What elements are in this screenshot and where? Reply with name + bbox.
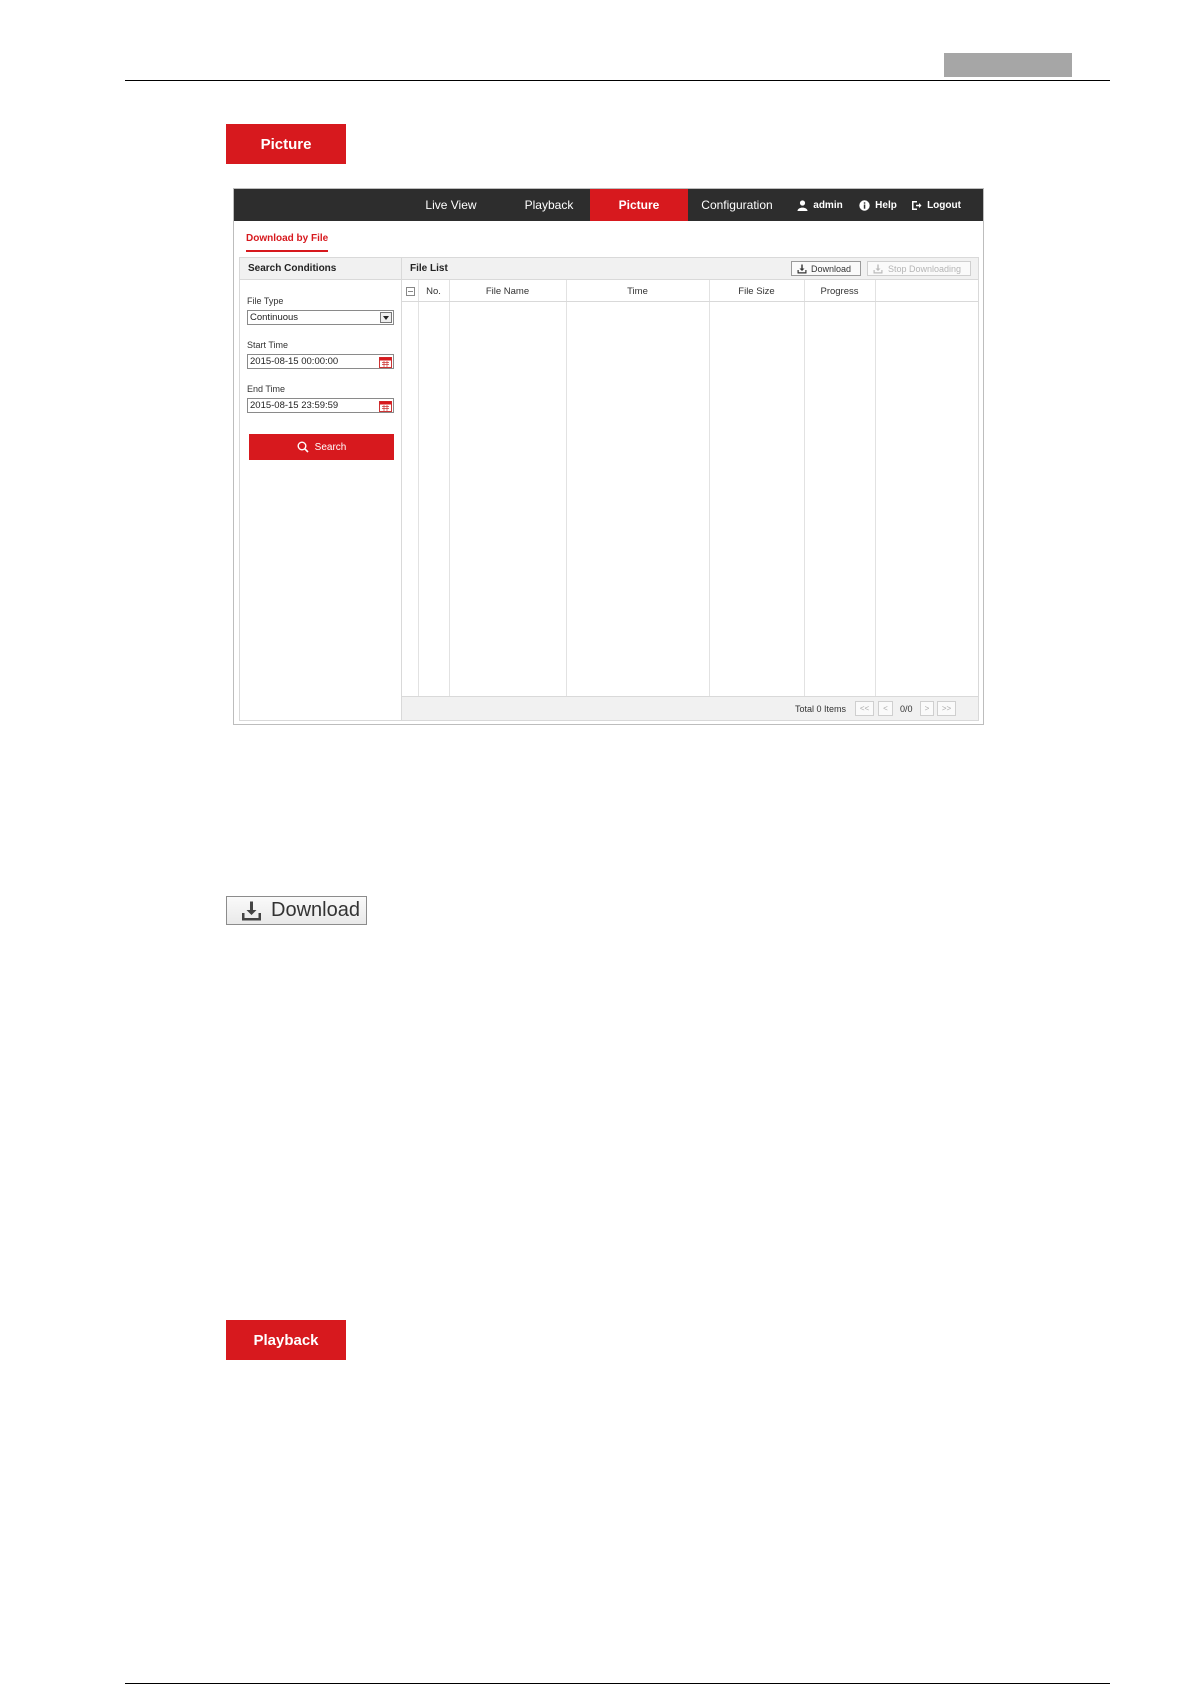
last-page-button[interactable]: >>	[937, 701, 956, 716]
download-icon	[797, 264, 807, 273]
table-header-row: No. File Name Time File Size Progress	[402, 280, 978, 302]
column-divider	[804, 280, 805, 698]
select-all-checkbox[interactable]	[405, 286, 415, 296]
column-divider	[418, 280, 419, 698]
download-button-illustration: Download	[226, 896, 367, 925]
column-divider	[709, 280, 710, 698]
picture-heading-button: Picture	[226, 124, 346, 164]
start-time-value: 2015-08-15 00:00:00	[250, 356, 339, 367]
nav-playback[interactable]: Playback	[500, 189, 598, 221]
nav-logout-label: Logout	[927, 199, 961, 211]
column-divider	[449, 280, 450, 698]
nav-user[interactable]: admin	[793, 189, 847, 221]
nav-logout[interactable]: Logout	[909, 189, 963, 221]
column-header-time: Time	[627, 285, 648, 297]
search-button[interactable]: Search	[249, 434, 394, 460]
pagination-bar: Total 0 Items << < 0/0 > >>	[402, 696, 978, 720]
logout-icon	[912, 200, 922, 210]
column-divider	[875, 280, 876, 698]
download-button-label: Download	[811, 263, 852, 274]
download-button[interactable]: Download	[791, 261, 861, 276]
start-time-label: Start Time	[247, 340, 289, 350]
stop-downloading-button[interactable]: Stop Downloading	[867, 261, 971, 276]
nav-help-label: Help	[875, 199, 897, 211]
end-time-input[interactable]: 2015-08-15 23:59:59	[247, 398, 394, 413]
column-header-progress: Progress	[820, 285, 859, 297]
first-page-button[interactable]: <<	[855, 701, 874, 716]
file-table: No. File Name Time File Size Progress	[402, 280, 978, 698]
column-header-no: No.	[426, 285, 441, 297]
stop-downloading-label: Stop Downloading	[888, 263, 962, 274]
footer-rule	[125, 1683, 1110, 1684]
top-navigation-bar: Live View Playback Picture Configuration…	[234, 189, 983, 221]
playback-heading-button: Playback	[226, 1320, 346, 1360]
start-time-input[interactable]: 2015-08-15 00:00:00	[247, 354, 394, 369]
nav-live-view[interactable]: Live View	[402, 189, 500, 221]
select-all-cell	[402, 280, 418, 302]
prev-page-button[interactable]: <	[878, 701, 893, 716]
nav-configuration[interactable]: Configuration	[688, 189, 786, 221]
chevron-down-icon[interactable]	[380, 312, 392, 323]
file-list-title: File List	[410, 263, 448, 274]
file-type-value: Continuous	[250, 312, 299, 323]
user-icon	[797, 199, 808, 211]
end-time-value: 2015-08-15 23:59:59	[250, 400, 339, 411]
file-type-label: File Type	[247, 296, 284, 306]
file-list-panel: File List Download Stop Downloading No.	[401, 257, 979, 721]
total-items-text: Total 0 Items	[795, 704, 847, 714]
web-ui-screenshot: Live View Playback Picture Configuration…	[233, 188, 984, 725]
search-conditions-panel: Search Conditions File Type Continuous S…	[239, 257, 403, 721]
page-indicator: 0/0	[900, 704, 913, 714]
column-divider	[566, 280, 567, 698]
search-button-label: Search	[314, 441, 347, 453]
tab-download-by-file[interactable]: Download by File	[246, 233, 329, 252]
download-icon	[242, 901, 261, 920]
file-list-header: File List Download Stop Downloading	[402, 258, 978, 280]
header-rule	[125, 80, 1110, 81]
column-header-file-size: File Size	[738, 285, 775, 297]
stop-download-icon	[873, 264, 883, 273]
nav-user-label: admin	[813, 199, 843, 211]
help-icon	[859, 199, 870, 211]
column-header-file-name: File Name	[485, 285, 530, 297]
end-time-label: End Time	[247, 384, 286, 394]
search-icon	[297, 441, 309, 453]
search-conditions-title: Search Conditions	[240, 258, 402, 280]
file-type-select[interactable]: Continuous	[247, 310, 394, 325]
download-illustration-label: Download	[271, 899, 360, 921]
calendar-icon[interactable]	[379, 400, 392, 412]
calendar-icon[interactable]	[379, 356, 392, 368]
nav-help[interactable]: Help	[856, 189, 900, 221]
next-page-button[interactable]: >	[920, 701, 934, 716]
header-tab-marker	[944, 53, 1072, 77]
nav-picture[interactable]: Picture	[590, 189, 688, 221]
